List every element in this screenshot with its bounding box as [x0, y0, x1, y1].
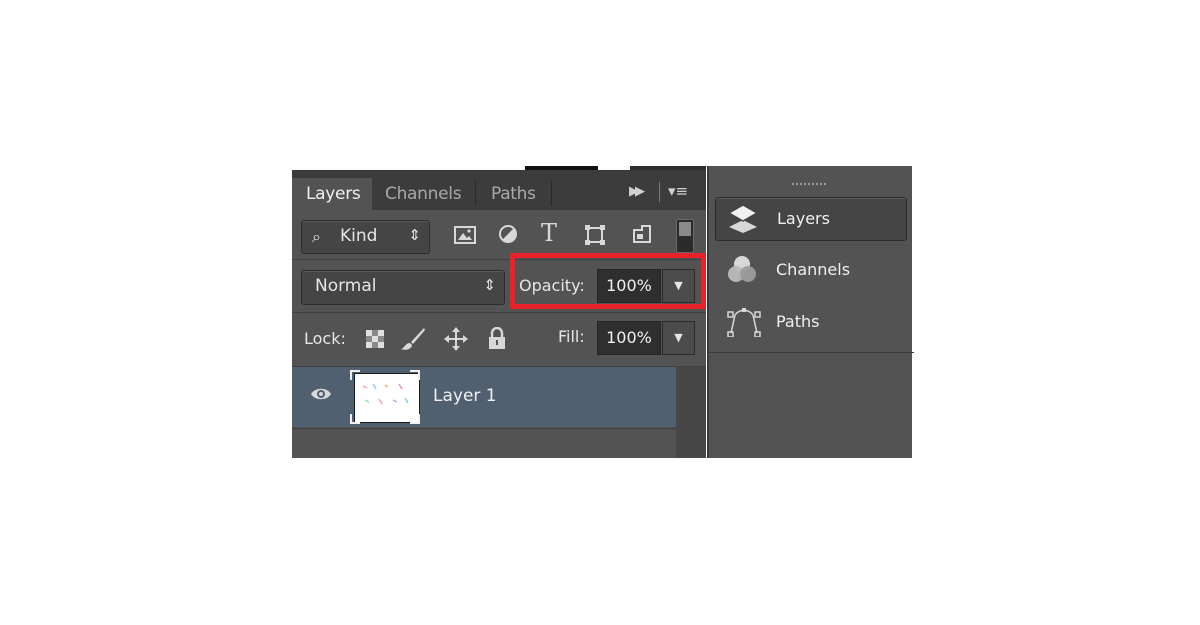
- layer-thumbnail: [354, 373, 420, 423]
- opacity-highlight-box: [510, 253, 706, 309]
- filter-kind-label: Kind: [340, 226, 378, 246]
- layers-icon: [727, 204, 759, 233]
- layer-row[interactable]: Layer 1: [292, 367, 676, 427]
- tab-paths[interactable]: Paths: [491, 178, 536, 210]
- filter-toggle-switch[interactable]: [676, 219, 694, 253]
- panel-tab-bar: Layers Channels Paths ▶▶ ▾≡: [292, 170, 706, 210]
- lock-position-icon[interactable]: [444, 327, 468, 351]
- dock-item-label: Layers: [777, 209, 830, 228]
- select-arrows-icon: ⇕: [408, 226, 421, 244]
- divider: [292, 428, 676, 429]
- fill-dropdown-button[interactable]: ▼: [662, 321, 695, 355]
- adjustment-filter-icon[interactable]: [498, 224, 518, 244]
- smart-object-filter-icon[interactable]: [631, 223, 653, 245]
- dock-grip-icon[interactable]: [792, 182, 828, 186]
- divider: [292, 312, 706, 313]
- tab-channels[interactable]: Channels: [385, 178, 462, 210]
- filter-kind-select[interactable]: ⌕ Kind ⇕: [301, 220, 430, 254]
- image-filter-icon[interactable]: [454, 225, 476, 245]
- dock-divider: [709, 352, 914, 353]
- dock-item-layers[interactable]: Layers: [715, 197, 907, 241]
- layer-thumbnail-image: [362, 383, 409, 405]
- tab-separator: [551, 180, 552, 206]
- blend-mode-value: Normal: [315, 276, 377, 296]
- layer-name[interactable]: Layer 1: [433, 386, 497, 406]
- lock-all-icon[interactable]: [488, 327, 506, 349]
- fill-label: Fill:: [558, 327, 585, 346]
- eye-icon[interactable]: [310, 386, 332, 402]
- fill-input[interactable]: 100%: [597, 321, 661, 355]
- dock-item-paths[interactable]: Paths: [715, 301, 905, 343]
- type-filter-icon[interactable]: T: [541, 219, 557, 247]
- layers-panel: Layers Channels Paths ▶▶ ▾≡ ⌕ Kind ⇕ T N…: [292, 170, 706, 458]
- lock-image-pixels-icon[interactable]: [400, 327, 426, 351]
- blend-mode-select[interactable]: Normal ⇕: [301, 270, 505, 305]
- paths-icon: [727, 308, 761, 337]
- layers-scrollbar[interactable]: [676, 367, 706, 458]
- shape-filter-icon[interactable]: [584, 224, 606, 246]
- dock-item-channels[interactable]: Channels: [715, 249, 905, 291]
- channels-icon: [728, 256, 756, 282]
- select-arrows-icon: ⇕: [483, 276, 496, 294]
- lock-transparent-pixels-icon[interactable]: [366, 330, 384, 348]
- tab-bar-divider: [659, 182, 660, 202]
- collapse-panel-icon[interactable]: ▶▶: [629, 184, 645, 199]
- search-icon: ⌕: [312, 227, 321, 246]
- panel-dock: Layers Channels Paths: [707, 166, 914, 458]
- tab-separator: [475, 180, 476, 206]
- dock-item-label: Channels: [776, 260, 851, 279]
- panel-menu-icon[interactable]: ▾≡: [668, 182, 688, 200]
- dock-item-label: Paths: [776, 312, 820, 331]
- lock-label: Lock:: [304, 329, 346, 348]
- tab-layers[interactable]: Layers: [292, 178, 372, 210]
